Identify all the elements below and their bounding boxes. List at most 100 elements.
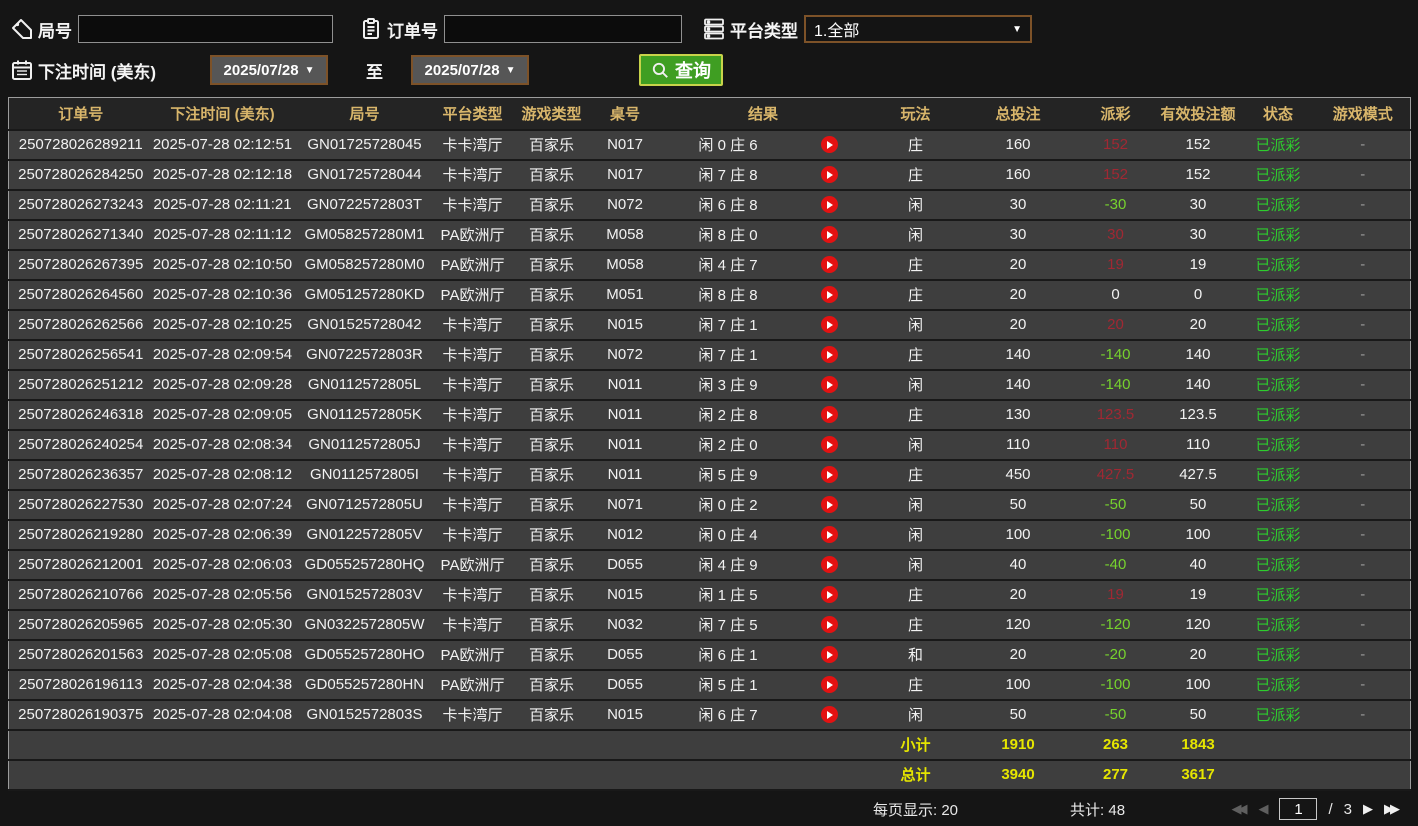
result-text: 闲 6 庄 7	[698, 707, 758, 724]
table-row: 250728026190375 2025-07-28 02:04:08 GN0152…	[8, 699, 1411, 730]
col-header-game-no: 局号	[292, 97, 437, 131]
cell-order-no: 250728026236357	[18, 466, 144, 483]
cell-payout: -100	[1100, 526, 1131, 543]
cell-game-type: 百家乐	[528, 377, 574, 394]
play-icon[interactable]	[820, 226, 838, 243]
cell-game-no: GD055257280HO	[304, 646, 425, 663]
cell-valid-bet: 40	[1189, 556, 1207, 573]
cell-order-no: 250728026251212	[18, 376, 144, 393]
cell-result: 闲 6 庄 8	[656, 190, 871, 220]
play-icon[interactable]	[820, 406, 838, 423]
cell-game-type: 百家乐	[528, 407, 574, 424]
cell-order-no: 250728026190375	[18, 706, 144, 723]
cell-order-no: 250728026262566	[18, 316, 144, 333]
table-row: 250728026271340 2025-07-28 02:11:12 GM0582…	[8, 219, 1411, 250]
cell-table-no: N015	[607, 586, 643, 603]
platform-selected-value: 1.全部	[814, 23, 860, 40]
last-page-icon[interactable]: ▶▶	[1384, 801, 1400, 817]
cell-game-type: 百家乐	[528, 677, 574, 694]
cell-payout: -50	[1104, 496, 1127, 513]
table-header-row: 订单号 下注时间 (美东) 局号 平台类型 游戏类型 桌号 结果 玩法 总投注 派彩 有效投注额 状态…	[8, 97, 1411, 131]
cell-bet-side: 庄	[907, 677, 923, 694]
first-page-icon[interactable]: ◀◀	[1231, 801, 1247, 817]
result-text: 闲 4 庄 9	[698, 557, 758, 574]
result-text: 闲 2 庄 0	[698, 437, 758, 454]
play-icon[interactable]	[820, 346, 838, 363]
play-icon[interactable]	[820, 676, 838, 693]
next-page-icon[interactable]: ▶	[1363, 801, 1373, 817]
cell-result: 闲 7 庄 1	[656, 340, 871, 370]
result-text: 闲 7 庄 8	[698, 167, 758, 184]
play-icon[interactable]	[820, 646, 838, 663]
play-icon[interactable]	[820, 136, 838, 153]
play-icon[interactable]	[820, 436, 838, 453]
cell-payout: -40	[1104, 556, 1127, 573]
date-from-value: 2025/07/28	[223, 61, 299, 79]
search-button[interactable]: 查询	[639, 54, 724, 86]
prev-page-icon[interactable]: ◀	[1258, 801, 1268, 817]
cell-valid-bet: 140	[1185, 376, 1211, 393]
cell-order-no: 250728026246318	[18, 406, 144, 423]
play-icon[interactable]	[820, 706, 838, 723]
cell-game-no: GN0112572805L	[307, 376, 422, 393]
cell-order-no: 250728026205965	[18, 616, 144, 633]
cell-valid-bet: 50	[1189, 706, 1207, 723]
play-icon[interactable]	[820, 286, 838, 303]
page-number-input[interactable]	[1279, 798, 1318, 820]
play-icon[interactable]	[820, 556, 838, 573]
cell-game-type: 百家乐	[528, 497, 574, 514]
cell-platform: 卡卡湾厅	[442, 167, 503, 184]
play-icon[interactable]	[820, 616, 838, 633]
cell-table-no: N072	[607, 196, 643, 213]
cell-platform: 卡卡湾厅	[442, 497, 503, 514]
play-icon[interactable]	[820, 466, 838, 483]
order-no-input[interactable]	[444, 15, 682, 43]
cell-platform: PA欧洲厅	[440, 227, 505, 244]
clipboard-icon	[363, 18, 379, 39]
cell-total-bet: 130	[1005, 406, 1031, 423]
cell-result: 闲 0 庄 4	[656, 520, 871, 550]
cell-valid-bet: 123.5	[1179, 406, 1217, 423]
col-header-status: 状态	[1240, 97, 1316, 131]
col-header-mode: 游戏模式	[1315, 97, 1411, 131]
pagination-bar: 每页显示: 20 共计: 48 ◀◀ ◀ / 3 ▶ ▶▶	[0, 791, 1418, 826]
play-icon[interactable]	[820, 166, 838, 183]
pager-controls: ◀◀ ◀ / 3 ▶ ▶▶	[1231, 798, 1400, 820]
cell-status: 已派彩	[1255, 437, 1301, 454]
play-icon[interactable]	[820, 496, 838, 513]
platform-type-label: 平台类型	[730, 21, 798, 41]
game-no-input[interactable]	[78, 15, 333, 43]
cell-game-no: GN0112572805I	[310, 466, 419, 483]
play-icon[interactable]	[820, 196, 838, 213]
cell-status: 已派彩	[1255, 167, 1301, 184]
cell-order-no: 250728026271340	[18, 226, 144, 243]
play-icon[interactable]	[820, 376, 838, 393]
order-no-label: 订单号	[387, 21, 438, 41]
cell-valid-bet: 30	[1189, 196, 1207, 213]
cell-platform: 卡卡湾厅	[442, 377, 503, 394]
play-icon[interactable]	[820, 526, 838, 543]
platform-type-select[interactable]: 1.全部 ▼	[804, 15, 1032, 43]
cell-payout: 152	[1102, 136, 1129, 153]
cell-payout: 110	[1103, 436, 1128, 453]
date-from-picker[interactable]: 2025/07/28 ▼	[210, 55, 329, 85]
play-icon[interactable]	[820, 256, 838, 273]
play-icon[interactable]	[820, 316, 838, 333]
cell-status: 已派彩	[1255, 347, 1301, 364]
cell-mode: -	[1360, 616, 1366, 633]
play-icon[interactable]	[820, 586, 838, 603]
cell-order-no: 250728026201563	[18, 646, 144, 663]
cell-total-bet: 100	[1005, 676, 1031, 693]
cell-valid-bet: 20	[1189, 316, 1207, 333]
cell-payout: 19	[1107, 256, 1124, 273]
date-to-picker[interactable]: 2025/07/28 ▼	[411, 55, 530, 85]
cell-mode: -	[1360, 166, 1366, 183]
cell-result: 闲 8 庄 8	[656, 280, 871, 310]
subtotal-row-payout: 263	[1102, 736, 1129, 753]
calendar-icon	[12, 60, 32, 80]
result-text: 闲 2 庄 8	[698, 407, 758, 424]
cell-game-no: GN0152572803S	[306, 706, 423, 723]
cell-game-type: 百家乐	[528, 617, 574, 634]
cell-mode: -	[1360, 256, 1366, 273]
sum-row-spacer	[1241, 730, 1316, 760]
